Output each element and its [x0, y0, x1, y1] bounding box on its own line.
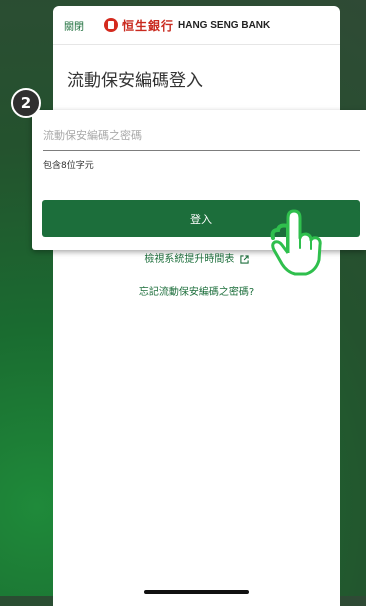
home-indicator [144, 590, 249, 594]
page-title: 流動保安編碼登入 [67, 71, 203, 91]
pointing-hand-icon [270, 209, 322, 276]
bank-name-cn: 恒生銀行 [122, 18, 175, 33]
header: 關閉 恒生銀行 HANG SENG BANK [53, 6, 340, 45]
forgot-password-link[interactable]: 忘記流動保安編碼之密碼? [53, 283, 340, 298]
maintenance-schedule-label: 檢視系統提升時間表 [144, 254, 235, 265]
bank-name-en: HANG SENG BANK [178, 19, 271, 31]
app-screen: 關閉 恒生銀行 HANG SENG BANK 流動保安編碼登入 檢視系統提升時間… [53, 6, 340, 606]
step-badge: 2 [11, 88, 41, 118]
password-hint: 包含8位字元 [43, 161, 94, 171]
external-link-icon [239, 254, 249, 264]
hang-seng-logo-icon [104, 18, 118, 32]
close-link[interactable]: 關閉 [64, 18, 84, 33]
password-input[interactable] [43, 120, 360, 151]
bank-logo: 恒生銀行 HANG SENG BANK [104, 17, 270, 34]
